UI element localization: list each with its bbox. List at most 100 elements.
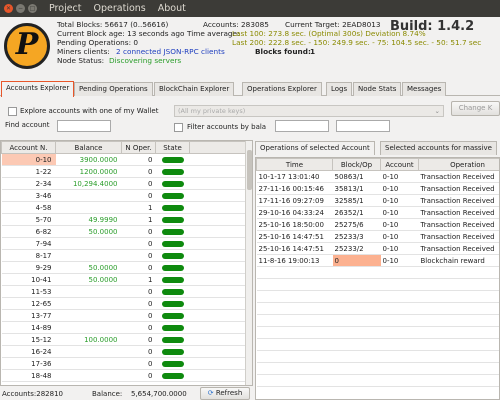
accounts-scrollbar[interactable] — [245, 141, 252, 385]
account-number: 12-65 — [1, 297, 56, 310]
account-row[interactable]: 12-65 0 — [1, 297, 246, 310]
menu-operations[interactable]: Operations — [94, 3, 146, 14]
op-type: Transaction Received — [418, 182, 499, 195]
operation-row[interactable]: 25-10-16 18:50:00 25275/6 0-10 Transaction … — [256, 218, 499, 231]
tab-operations-explorer[interactable]: Operations Explorer — [242, 82, 322, 96]
explore-wallet-label: Explore accounts with one of my Wallet — [20, 107, 159, 115]
account-noper: 0 — [121, 225, 156, 238]
account-number: 0-10 — [1, 153, 56, 166]
account-row[interactable]: 14-89 0 — [1, 321, 246, 334]
filter-balance-checkbox[interactable] — [174, 123, 183, 132]
account-row[interactable]: 13-77 0 — [1, 309, 246, 322]
op-block: 25233/3 — [332, 230, 381, 243]
balance-min-input[interactable] — [275, 120, 329, 132]
account-noper: 0 — [121, 249, 156, 262]
account-row[interactable]: 4-58 1 — [1, 201, 246, 214]
tab-messages[interactable]: Messages — [402, 82, 447, 96]
account-balance: 100.0000 — [55, 333, 122, 346]
state-indicator — [161, 192, 184, 199]
account-balance: 1200.0000 — [55, 165, 122, 178]
account-number: 18-48 — [1, 369, 56, 382]
operations-panel: Operations of selected Account Selected … — [255, 140, 500, 400]
account-row[interactable]: 9-29 50.0000 0 — [1, 261, 246, 274]
tab-blockchain-explorer[interactable]: BlockChain Explorer — [154, 82, 235, 96]
op-block: 25233/2 — [332, 242, 381, 255]
col-op-account[interactable]: Account — [380, 158, 419, 171]
account-balance — [55, 369, 122, 382]
scrollbar-thumb[interactable] — [247, 150, 252, 190]
change-key-button[interactable]: Change K — [451, 101, 500, 116]
col-operation[interactable]: Operation — [418, 158, 499, 171]
account-noper: 0 — [121, 153, 156, 166]
account-row[interactable]: 15-12 100.0000 0 — [1, 333, 246, 346]
account-balance: 10,294.4000 — [55, 177, 122, 190]
account-number: 6-82 — [1, 225, 56, 238]
account-row[interactable]: 10-41 50.0000 1 — [1, 273, 246, 286]
col-state[interactable]: State — [155, 141, 190, 154]
close-icon[interactable]: ✕ — [4, 4, 13, 13]
total-blocks: Total Blocks: 56617 (0..56616) — [57, 20, 169, 29]
operation-row[interactable]: 27-11-16 00:15:46 35813/1 0-10 Transaction … — [256, 182, 499, 195]
row-spacer — [189, 273, 246, 286]
account-row[interactable]: 11-53 0 — [1, 285, 246, 298]
op-time: 25-10-16 14:47:51 — [256, 230, 333, 243]
refresh-button[interactable]: ⟳ Refresh — [200, 387, 250, 400]
account-row[interactable]: 5-70 49.9990 1 — [1, 213, 246, 226]
account-row[interactable]: 17-36 0 — [1, 357, 246, 370]
col-account[interactable]: Account N. — [1, 141, 56, 154]
account-row[interactable]: 16-24 0 — [1, 345, 246, 358]
minimize-icon[interactable]: − — [16, 4, 25, 13]
tab-ops-selected-account[interactable]: Operations of selected Account — [255, 141, 375, 155]
operation-row[interactable]: 29-10-16 04:33:24 26352/1 0-10 Transaction … — [256, 206, 499, 219]
operation-row[interactable]: 25-10-16 14:47:51 25233/2 0-10 Transaction … — [256, 242, 499, 255]
operation-row[interactable]: 25-10-16 14:47:51 25233/3 0-10 Transaction … — [256, 230, 499, 243]
explore-wallet-checkbox[interactable] — [8, 107, 17, 116]
op-block: 35813/1 — [332, 182, 381, 195]
row-spacer — [189, 285, 246, 298]
col-noper[interactable]: N Oper. — [121, 141, 156, 154]
state-indicator — [161, 264, 184, 271]
account-balance — [55, 297, 122, 310]
account-row[interactable]: 3-46 0 — [1, 189, 246, 202]
account-row[interactable]: 2-34 10,294.4000 0 — [1, 177, 246, 190]
row-spacer — [189, 261, 246, 274]
col-balance[interactable]: Balance — [55, 141, 122, 154]
tab-pending-operations[interactable]: Pending Operations — [74, 82, 153, 96]
account-number: 13-77 — [1, 309, 56, 322]
tab-logs[interactable]: Logs — [326, 82, 353, 96]
private-keys-select[interactable]: (All my private keys) ⌄ — [174, 105, 444, 117]
accounts-table: Account N. Balance N Oper. State 0-10 390… — [1, 141, 246, 382]
op-time: 27-11-16 00:15:46 — [256, 182, 333, 195]
maximize-icon[interactable]: □ — [28, 4, 37, 13]
main-tabs: Accounts Explorer Pending Operations Blo… — [0, 80, 500, 97]
state-indicator — [161, 216, 184, 223]
account-row[interactable]: 1-22 1200.0000 0 — [1, 165, 246, 178]
op-account: 0-10 — [380, 206, 419, 219]
account-row[interactable]: 18-48 0 — [1, 369, 246, 382]
col-time[interactable]: Time — [256, 158, 333, 171]
account-row[interactable]: 0-10 3900.0000 0 — [1, 153, 246, 166]
operation-row[interactable]: 11-8-16 19:00:13 0 0-10 Blockchain reward — [256, 254, 499, 267]
node-status-value: Discovering servers — [109, 56, 182, 65]
account-row[interactable]: 8-17 0 — [1, 249, 246, 262]
menu-about[interactable]: About — [158, 3, 186, 14]
balance-max-input[interactable] — [336, 120, 390, 132]
operation-row[interactable]: 10-1-17 13:01:40 50863/1 0-10 Transaction R… — [256, 170, 499, 183]
menu-bar: ✕ − □ Project Operations About — [0, 0, 500, 17]
account-noper: 0 — [121, 321, 156, 334]
tab-accounts-explorer[interactable]: Accounts Explorer — [1, 81, 75, 97]
menu-project[interactable]: Project — [49, 3, 82, 14]
account-noper: 0 — [121, 165, 156, 178]
find-account-input[interactable] — [57, 120, 111, 132]
op-type: Transaction Received — [418, 170, 499, 183]
col-block-op[interactable]: Block/Op — [332, 158, 381, 171]
state-indicator — [161, 180, 184, 187]
op-time: 25-10-16 14:47:51 — [256, 242, 333, 255]
operation-row[interactable]: 17-11-16 09:27:09 32585/1 0-10 Transaction … — [256, 194, 499, 207]
account-row[interactable]: 6-82 50.0000 0 — [1, 225, 246, 238]
tab-ops-massive[interactable]: Selected accounts for massive — [380, 141, 497, 155]
account-row[interactable]: 7-94 0 — [1, 237, 246, 250]
account-state — [155, 297, 190, 310]
row-spacer — [189, 213, 246, 226]
tab-node-stats[interactable]: Node Stats — [353, 82, 402, 96]
